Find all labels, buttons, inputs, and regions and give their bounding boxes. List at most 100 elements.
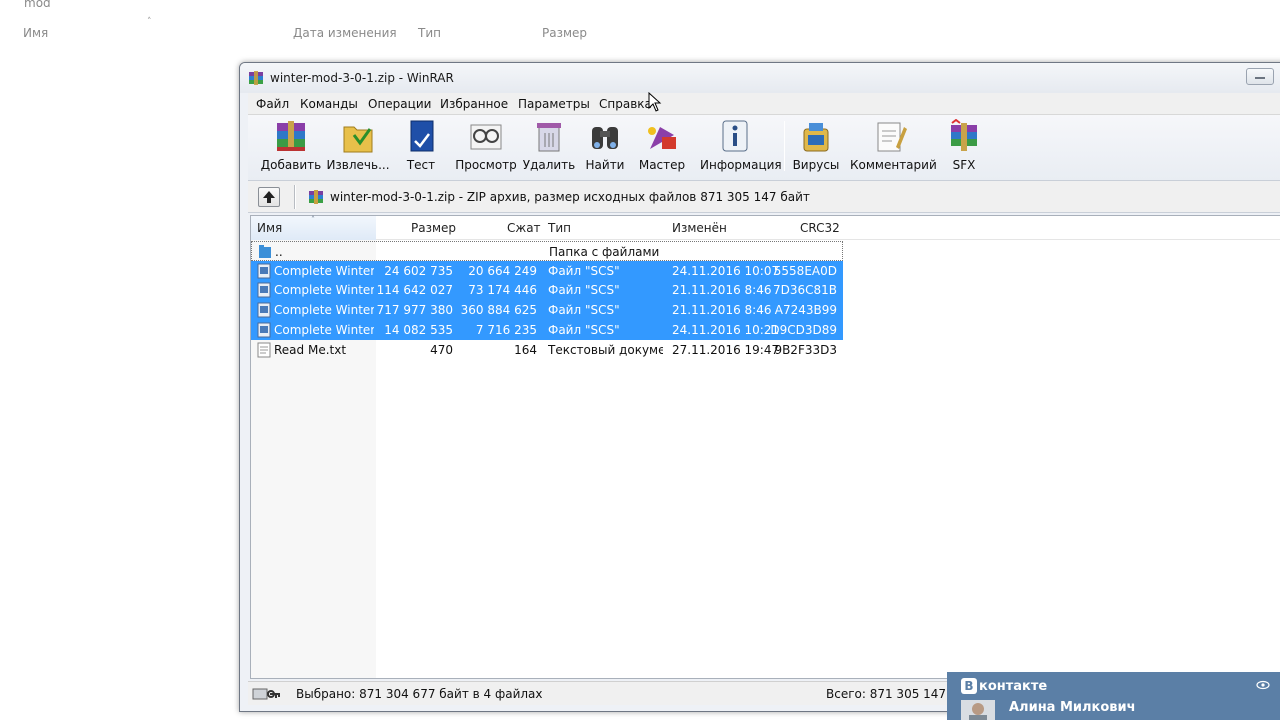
find-icon [592, 127, 618, 149]
extract-icon [343, 126, 373, 153]
file-name: Read Me.txt [274, 342, 347, 357]
drive-key-icon[interactable] [252, 687, 284, 701]
file-list: Имя ˄ Размер Сжат Тип Изменён CRC32 .. Па… [250, 215, 1280, 679]
col-modified[interactable]: Изменён [672, 221, 727, 235]
title-bar[interactable]: winter-mod-3-0-1.zip - WinRAR [240, 63, 1280, 93]
file-crc: 7D36C81B [772, 283, 837, 298]
vk-logo-icon: В [961, 678, 977, 694]
vk-notification[interactable]: Вконтакте Алина Милкович [947, 672, 1280, 720]
eye-icon[interactable] [1256, 680, 1270, 690]
explorer-col-date[interactable]: Дата изменения [293, 26, 397, 40]
add-archive-icon [277, 121, 305, 151]
wizard-icon [648, 127, 676, 149]
col-crc[interactable]: CRC32 [800, 221, 840, 235]
menu-options[interactable]: Параметры [518, 97, 590, 111]
sfx-icon [951, 119, 977, 151]
menu-file[interactable]: Файл [256, 97, 289, 111]
vk-brand-text: контакте [979, 679, 1048, 694]
file-packed: 7 716 235 [475, 322, 537, 337]
test-button[interactable]: Тест [386, 119, 456, 179]
archive-path[interactable]: winter-mod-3-0-1.zip - ZIP архив, размер… [330, 190, 810, 204]
menu-help[interactable]: Справка [599, 97, 652, 111]
file-crc: 9B2F33D3 [774, 342, 837, 357]
file-size: 24 602 735 [384, 263, 453, 278]
mouse-cursor-icon [648, 92, 662, 112]
up-arrow-icon [263, 191, 275, 203]
info-icon [722, 120, 748, 152]
explorer-col-type[interactable]: Тип [418, 26, 441, 40]
explorer-col-size[interactable]: Размер [542, 26, 587, 40]
file-modified: 24.11.2016 10:07 [672, 263, 780, 278]
address-separator [294, 185, 296, 209]
explorer-breadcrumb: mod [24, 0, 51, 10]
col-type[interactable]: Тип [548, 221, 571, 235]
avatar-photo-icon [961, 700, 995, 720]
comment-icon [877, 122, 907, 152]
file-crc: A7243B99 [774, 303, 837, 318]
comment-label: Комментарий [850, 158, 937, 172]
add-button[interactable]: Добавить [256, 119, 326, 179]
up-folder-button[interactable] [258, 187, 280, 207]
delete-icon [537, 123, 561, 152]
comment-button[interactable]: Комментарий [850, 119, 937, 179]
file-type: Файл "SCS" [548, 283, 620, 298]
folder-up-icon [259, 245, 271, 258]
file-size: 14 082 535 [384, 322, 453, 337]
file-packed: 164 [514, 342, 537, 357]
winrar-app-icon [249, 71, 263, 85]
wizard-button[interactable]: Мастер [627, 119, 697, 179]
scs-file-icon [257, 282, 271, 298]
view-button[interactable]: Просмотр [451, 119, 521, 179]
minimize-button[interactable] [1246, 68, 1274, 85]
column-header-row: Имя ˄ Размер Сжат Тип Изменён CRC32 [251, 215, 1280, 240]
explorer-col-name[interactable]: Имя [23, 26, 48, 40]
notification-user-name: Алина Милкович [1009, 700, 1136, 715]
menu-commands[interactable]: Команды [300, 97, 358, 111]
menu-favorites[interactable]: Избранное [440, 97, 508, 111]
scs-file-icon [257, 322, 271, 338]
virus-scan-label: Вирусы [792, 158, 840, 172]
file-type: Текстовый документ [548, 342, 663, 357]
scs-file-icon [257, 302, 271, 318]
info-button[interactable]: Информация [700, 119, 782, 179]
file-type: Папка с файлами [549, 245, 660, 259]
parent-folder-row[interactable]: .. Папка с файлами [251, 241, 843, 261]
file-packed: 73 174 446 [468, 283, 537, 298]
col-size[interactable]: Размер [411, 221, 456, 235]
virus-scan-icon [803, 123, 829, 152]
extract-label: Извлечь... [326, 158, 390, 172]
sort-caret-icon: ˄ [147, 17, 152, 27]
sort-asc-icon: ˄ [311, 215, 315, 224]
file-size: 114 642 027 [376, 283, 453, 298]
table-row[interactable]: Complete Winter Mod.scs 14 082 535 7 716 2… [251, 319, 843, 340]
file-type: Файл "SCS" [548, 263, 620, 278]
table-row[interactable]: Read Me.txt 470 164 Текстовый документ 27.11… [251, 340, 843, 360]
file-name: Complete Winter Mod.scs [274, 283, 374, 298]
address-bar: winter-mod-3-0-1.zip - ZIP архив, размер… [248, 181, 1280, 213]
test-icon [410, 120, 434, 152]
file-crc: 5558EA0D [773, 263, 837, 278]
avatar [961, 700, 995, 720]
table-row[interactable]: Complete Winter Mod.scs114 642 027 73 174… [251, 280, 843, 301]
file-modified: 21.11.2016 8:46 [672, 303, 772, 318]
winrar-window: winter-mod-3-0-1.zip - WinRAR Файл Коман… [239, 62, 1280, 712]
file-name: .. [275, 245, 283, 259]
toolbar: Добавить Извлечь... Тест Просмотр Удалит… [248, 115, 1280, 181]
file-crc: D9CD3D89 [770, 322, 837, 337]
col-packed[interactable]: Сжат [507, 221, 541, 235]
menu-operations[interactable]: Операции [368, 97, 431, 111]
vk-brand: Вконтакте [961, 678, 1047, 694]
sfx-button[interactable]: SFX [929, 119, 999, 179]
file-name: Complete Winter Mod.scs [274, 263, 374, 278]
file-modified: 27.11.2016 19:47 [672, 342, 780, 357]
extract-button[interactable]: Извлечь... [323, 119, 393, 179]
file-size: 717 977 380 [376, 303, 453, 318]
file-modified: 21.11.2016 8:46 [672, 283, 772, 298]
virus-scan-button[interactable]: Вирусы [781, 119, 851, 179]
add-label: Добавить [260, 158, 322, 172]
table-row[interactable]: Complete Winter Mod.scs 24 602 735 20 664 … [251, 260, 843, 281]
table-row[interactable]: Complete Winter Mod.scs717 977 380 360 88… [251, 300, 843, 321]
status-selected: Выбрано: 871 304 677 байт в 4 файлах [296, 687, 543, 701]
view-label: Просмотр [455, 158, 517, 172]
file-size: 470 [430, 342, 453, 357]
